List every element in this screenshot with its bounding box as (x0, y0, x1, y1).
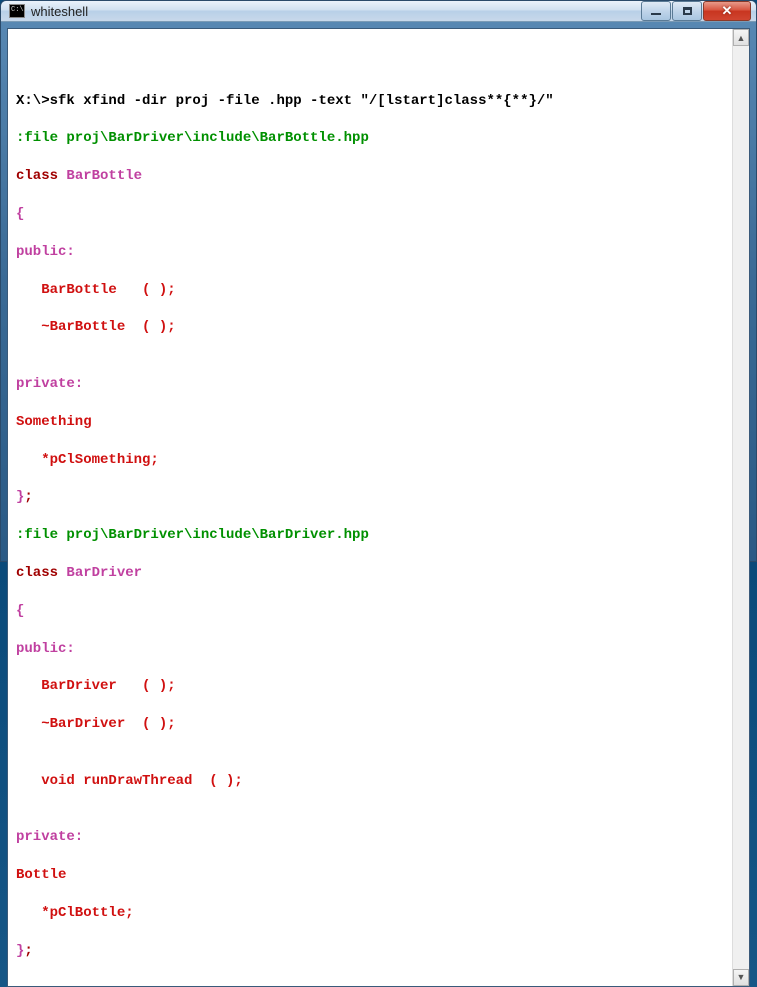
keyword-class: class (16, 168, 66, 184)
output-line: private: (16, 828, 724, 847)
close-brace: } (16, 943, 24, 959)
close-button[interactable]: ✕ (703, 1, 751, 21)
command-line: X:\>sfk xfind -dir proj -file .hpp -text… (16, 92, 724, 111)
output-line: }; (16, 488, 724, 507)
blank-line (16, 54, 724, 73)
scroll-up-button[interactable]: ▲ (733, 29, 749, 46)
scroll-track[interactable] (733, 46, 749, 969)
app-window: whiteshell ✕ X:\>sfk xfind -dir proj -fi… (0, 0, 757, 562)
output-line: Bottle (16, 866, 724, 885)
terminal-output[interactable]: X:\>sfk xfind -dir proj -file .hpp -text… (8, 29, 732, 986)
prompt: X:\> (16, 93, 50, 109)
command-text: sfk xfind -dir proj -file .hpp -text "/[… (50, 93, 554, 109)
chevron-down-icon: ▼ (737, 972, 746, 982)
output-line: class BarDriver (16, 564, 724, 583)
output-line: ~BarDriver ( ); (16, 715, 724, 734)
file-header-2: :file proj\BarDriver\include\BarDriver.h… (16, 526, 724, 545)
window-title: whiteshell (31, 4, 641, 19)
output-line: Something (16, 413, 724, 432)
output-line: class BarBottle (16, 167, 724, 186)
scrollbar[interactable]: ▲ ▼ (732, 29, 749, 986)
maximize-icon (683, 7, 692, 15)
window-body: X:\>sfk xfind -dir proj -file .hpp -text… (7, 28, 750, 987)
close-icon: ✕ (722, 3, 733, 19)
output-line: *pClBottle; (16, 904, 724, 923)
output-line: { (16, 602, 724, 621)
chevron-up-icon: ▲ (737, 33, 746, 43)
output-line: private: (16, 375, 724, 394)
output-line: *pClSomething; (16, 451, 724, 470)
minimize-button[interactable] (641, 1, 671, 21)
output-line: ~BarBottle ( ); (16, 318, 724, 337)
file-header-1: :file proj\BarDriver\include\BarBottle.h… (16, 129, 724, 148)
semicolon: ; (24, 943, 32, 959)
output-line: }; (16, 942, 724, 961)
class-name: BarBottle (66, 168, 142, 184)
scroll-down-button[interactable]: ▼ (733, 969, 749, 986)
keyword-class: class (16, 565, 66, 581)
minimize-icon (651, 13, 661, 15)
output-line: public: (16, 640, 724, 659)
titlebar[interactable]: whiteshell ✕ (1, 1, 756, 22)
cmd-icon (9, 4, 25, 18)
output-line: public: (16, 243, 724, 262)
maximize-button[interactable] (672, 1, 702, 21)
output-line: BarDriver ( ); (16, 677, 724, 696)
class-name: BarDriver (66, 565, 142, 581)
window-controls: ✕ (641, 1, 751, 21)
output-line: { (16, 205, 724, 224)
semicolon: ; (24, 489, 32, 505)
output-line: void runDrawThread ( ); (16, 772, 724, 791)
output-line: BarBottle ( ); (16, 281, 724, 300)
